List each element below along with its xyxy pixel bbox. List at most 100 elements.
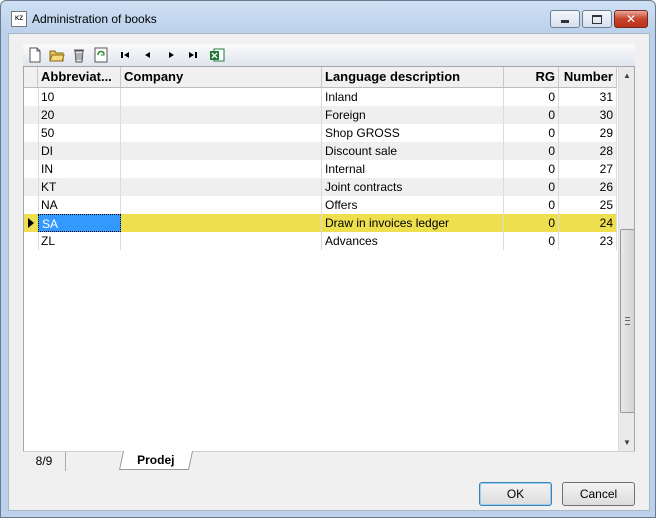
status-bar: 8/9 Prodej	[23, 451, 635, 472]
cell-company[interactable]	[121, 88, 322, 106]
cell-language-description[interactable]: Inland	[322, 88, 504, 106]
cell-company[interactable]	[121, 196, 322, 214]
cell-company[interactable]	[121, 232, 322, 250]
tab-prodej-label: Prodej	[137, 453, 175, 467]
cell-abbreviation[interactable]: IN	[38, 160, 121, 178]
row-indicator[interactable]	[24, 178, 39, 196]
cell-rg[interactable]: 0	[504, 232, 559, 250]
cell-number[interactable]: 28	[559, 142, 617, 160]
cell-rg[interactable]: 0	[504, 124, 559, 142]
table-row[interactable]: 20 Foreign 0 30	[24, 106, 617, 124]
excel-export-icon[interactable]	[209, 47, 225, 63]
cell-number[interactable]: 24	[559, 214, 617, 232]
cell-number[interactable]: 27	[559, 160, 617, 178]
cell-abbreviation[interactable]: ZL	[38, 232, 121, 250]
cell-abbreviation[interactable]: 50	[38, 124, 121, 142]
column-header-number[interactable]: Number	[559, 67, 617, 87]
indicator-header	[24, 67, 38, 87]
table-row[interactable]: DI Discount sale 0 28	[24, 142, 617, 160]
title-bar[interactable]: KZ Administration of books ✕	[1, 1, 655, 33]
row-indicator[interactable]	[24, 106, 39, 124]
record-counter: 8/9	[23, 452, 66, 471]
tab-prodej[interactable]: Prodej	[118, 451, 194, 470]
table-row[interactable]: IN Internal 0 27	[24, 160, 617, 178]
maximize-button[interactable]	[582, 10, 612, 28]
table-row[interactable]: ZL Advances 0 23	[24, 232, 617, 250]
cell-number[interactable]: 23	[559, 232, 617, 250]
cell-number[interactable]: 31	[559, 88, 617, 106]
cell-language-description[interactable]: Foreign	[322, 106, 504, 124]
row-indicator[interactable]	[24, 142, 39, 160]
grip-icon	[625, 317, 630, 325]
cancel-button[interactable]: Cancel	[562, 482, 635, 506]
row-indicator[interactable]	[24, 232, 39, 250]
row-indicator[interactable]	[24, 88, 39, 106]
row-indicator[interactable]	[24, 124, 39, 142]
cell-abbreviation[interactable]: DI	[38, 142, 121, 160]
column-header-abbreviation[interactable]: Abbreviat...	[38, 67, 121, 87]
cell-abbreviation[interactable]: KT	[38, 178, 121, 196]
ok-button[interactable]: OK	[479, 482, 552, 506]
open-folder-icon[interactable]	[49, 47, 65, 63]
cell-rg[interactable]: 0	[504, 214, 559, 232]
column-header-company[interactable]: Company	[121, 67, 322, 87]
cell-rg[interactable]: 0	[504, 196, 559, 214]
cell-rg[interactable]: 0	[504, 160, 559, 178]
next-record-icon[interactable]	[163, 47, 179, 63]
current-row-arrow-icon	[28, 218, 34, 228]
table-row[interactable]: NA Offers 0 25	[24, 196, 617, 214]
cell-number[interactable]: 30	[559, 106, 617, 124]
dialog-window: KZ Administration of books ✕ Abbreviat..…	[0, 0, 656, 518]
column-header-language-description[interactable]: Language description	[322, 67, 504, 87]
table-row-selected[interactable]: SA Draw in invoices ledger 0 24	[24, 214, 617, 232]
cell-language-description[interactable]: Shop GROSS	[322, 124, 504, 142]
maximize-icon	[592, 15, 602, 24]
cell-abbreviation[interactable]: 10	[38, 88, 121, 106]
cell-company[interactable]	[121, 178, 322, 196]
refresh-icon[interactable]	[93, 47, 109, 63]
cell-rg[interactable]: 0	[504, 106, 559, 124]
cell-number[interactable]: 26	[559, 178, 617, 196]
minimize-button[interactable]	[550, 10, 580, 28]
table-row[interactable]: 50 Shop GROSS 0 29	[24, 124, 617, 142]
row-indicator[interactable]	[24, 214, 39, 232]
cell-language-description[interactable]: Internal	[322, 160, 504, 178]
window-title: Administration of books	[32, 12, 157, 26]
cell-language-description[interactable]: Draw in invoices ledger	[322, 214, 504, 232]
dialog-body: Abbreviat... Company Language descriptio…	[8, 33, 650, 511]
cell-company[interactable]	[121, 214, 322, 232]
cell-language-description[interactable]: Advances	[322, 232, 504, 250]
table-row[interactable]: 10 Inland 0 31	[24, 88, 617, 106]
row-indicator[interactable]	[24, 160, 39, 178]
scroll-thumb[interactable]	[620, 229, 634, 413]
vertical-scrollbar[interactable]: ▲ ▼	[618, 67, 634, 451]
new-document-icon[interactable]	[27, 47, 43, 63]
cell-abbreviation[interactable]: 20	[38, 106, 121, 124]
scroll-up-icon[interactable]: ▲	[619, 67, 634, 84]
cell-company[interactable]	[121, 106, 322, 124]
column-header-rg[interactable]: RG	[504, 67, 559, 87]
row-indicator[interactable]	[24, 196, 39, 214]
first-record-icon[interactable]	[117, 47, 133, 63]
cell-rg[interactable]: 0	[504, 142, 559, 160]
scroll-down-icon[interactable]: ▼	[619, 434, 634, 451]
previous-record-icon[interactable]	[139, 47, 155, 63]
cell-company[interactable]	[121, 142, 322, 160]
cell-language-description[interactable]: Discount sale	[322, 142, 504, 160]
toolbar	[23, 44, 635, 67]
cell-rg[interactable]: 0	[504, 178, 559, 196]
table-row[interactable]: KT Joint contracts 0 26	[24, 178, 617, 196]
grid-header: Abbreviat... Company Language descriptio…	[24, 67, 617, 88]
cell-number[interactable]: 29	[559, 124, 617, 142]
cell-rg[interactable]: 0	[504, 88, 559, 106]
cell-abbreviation[interactable]: SA	[38, 214, 121, 232]
delete-icon[interactable]	[71, 47, 87, 63]
cell-language-description[interactable]: Joint contracts	[322, 178, 504, 196]
last-record-icon[interactable]	[185, 47, 201, 63]
close-button[interactable]: ✕	[614, 10, 648, 28]
cell-language-description[interactable]: Offers	[322, 196, 504, 214]
cell-abbreviation[interactable]: NA	[38, 196, 121, 214]
cell-company[interactable]	[121, 160, 322, 178]
cell-number[interactable]: 25	[559, 196, 617, 214]
cell-company[interactable]	[121, 124, 322, 142]
